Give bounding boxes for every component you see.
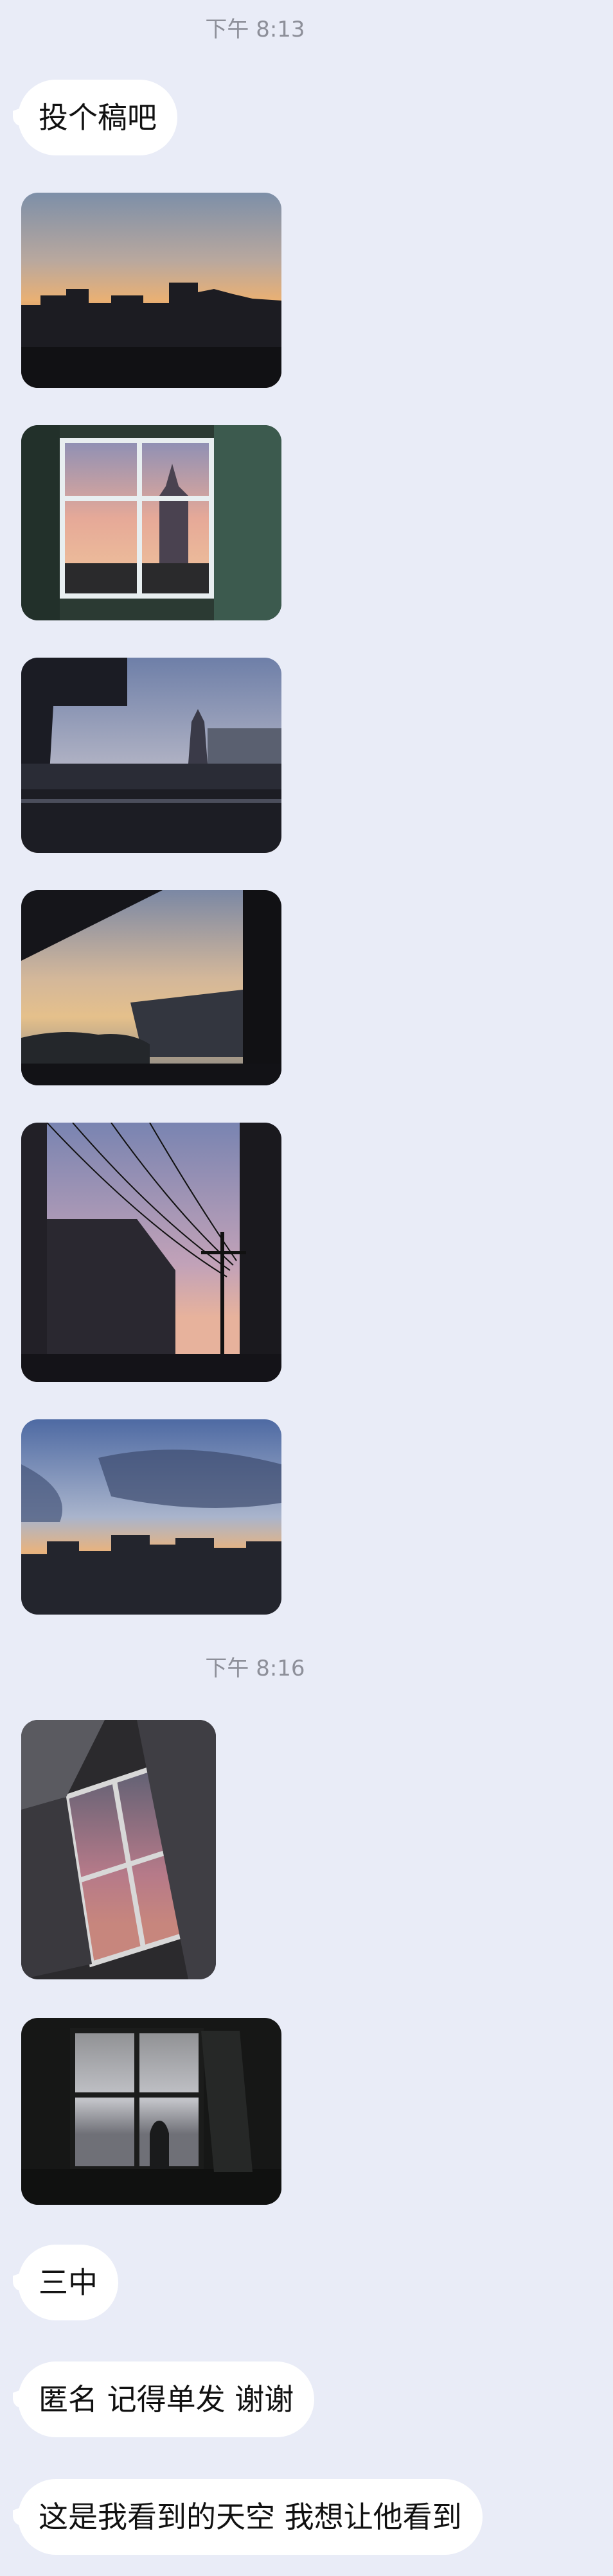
message-text: 这是我看到的天空 我想让他看到 [39, 2500, 462, 2534]
clouds-city-photo[interactable] [21, 1419, 281, 1615]
message-bubble[interactable]: 匿名 记得单发 谢谢 [18, 2361, 315, 2437]
balcony-tower-photo[interactable] [21, 658, 281, 853]
dark-window-silhouette-photo[interactable] [21, 2018, 281, 2205]
curtain-window-photo[interactable] [21, 1720, 216, 1979]
sunset-skyline-photo[interactable] [21, 193, 281, 388]
message-text: 投个稿吧 [39, 100, 157, 135]
chat-screen: { "timestamps": ["下午 8:13", "下午 8:16"], … [0, 0, 613, 2576]
timestamp: 下午 8:13 [205, 17, 305, 42]
message-bubble[interactable]: 三中 [18, 2245, 118, 2320]
message-text: 匿名 记得单发 谢谢 [39, 2382, 294, 2417]
message-text: 三中 [39, 2265, 98, 2300]
roof-eave-clouds-photo[interactable] [21, 890, 281, 1085]
message-bubble[interactable]: 这是我看到的天空 我想让他看到 [18, 2479, 483, 2555]
window-tower-photo[interactable] [21, 425, 281, 620]
message-bubble[interactable]: 投个稿吧 [18, 80, 177, 155]
power-lines-photo[interactable] [21, 1123, 281, 1382]
timestamp: 下午 8:16 [205, 1656, 305, 1681]
